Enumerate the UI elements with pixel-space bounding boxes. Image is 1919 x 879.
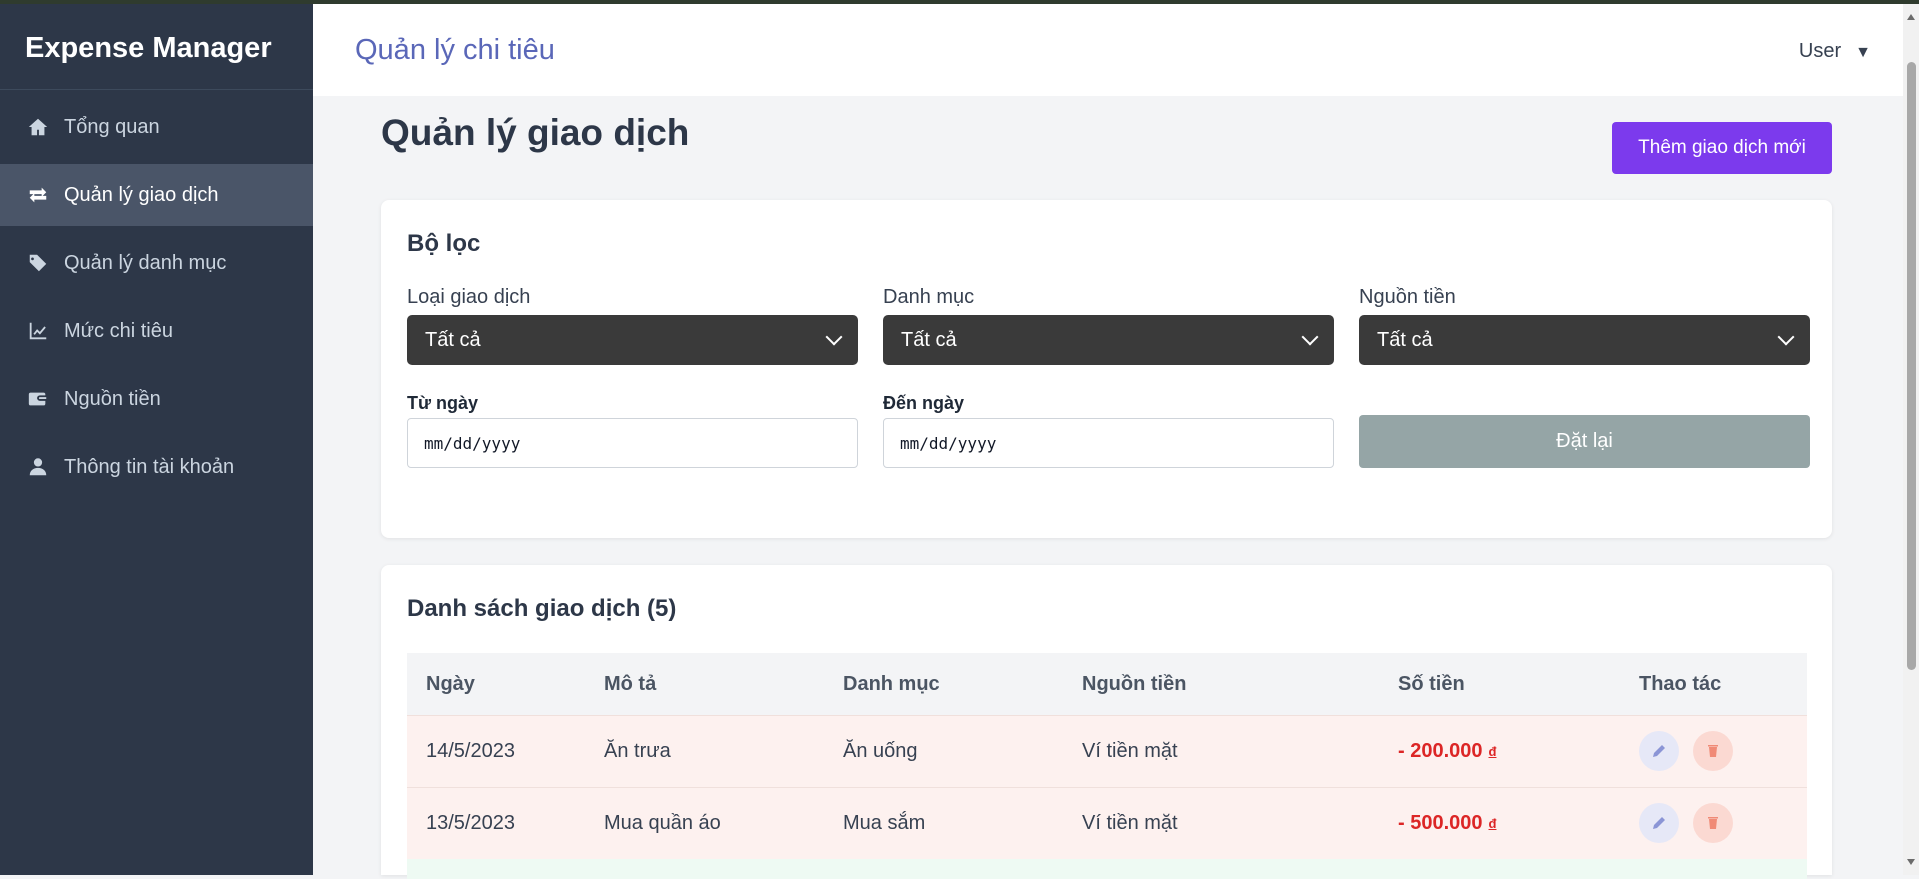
trash-icon [1708, 817, 1718, 829]
reset-filter-button[interactable]: Đặt lại [1359, 415, 1810, 468]
sidebar-item-label: Thông tin tài khoản [64, 455, 235, 478]
sidebar-item-overview[interactable]: Tổng quan [0, 96, 313, 158]
category-filter-label: Danh mục [883, 286, 975, 308]
sidebar-item-label: Nguồn tiền [64, 387, 161, 410]
trash-icon [1708, 745, 1718, 757]
filter-heading: Bộ lọc [407, 230, 481, 257]
row-date: 13/5/2023 [426, 812, 515, 834]
row-description: Ăn trưa [604, 740, 671, 762]
row-amount-value: - 500.000 [1398, 812, 1483, 834]
add-transaction-button[interactable]: Thêm giao dịch mới [1612, 122, 1832, 174]
transaction-table: Ngày Mô tả Danh mục Nguồn tiền Số tiền T… [407, 653, 1807, 879]
edit-button[interactable] [1639, 731, 1679, 771]
pencil-icon [1653, 745, 1665, 757]
source-filter-select[interactable]: Tất cả [1359, 315, 1810, 365]
chevron-down-icon [825, 328, 843, 346]
to-date-label: Đến ngày [883, 393, 965, 413]
row-category: Ăn uống [843, 740, 918, 762]
row-category: Mua sắm [843, 812, 926, 834]
column-header-actions: Thao tác [1639, 672, 1722, 695]
row-amount: - 200.000 đ [1398, 716, 1496, 787]
sidebar-item-account-info[interactable]: Thông tin tài khoản [0, 436, 313, 498]
user-menu-label: User [1798, 40, 1842, 62]
row-source: Ví tiền mặt [1082, 740, 1178, 762]
sidebar-item-label: Quản lý danh mục [64, 251, 227, 274]
row-source: Ví tiền mặt [1082, 812, 1178, 834]
column-header-source: Nguồn tiền [1082, 672, 1187, 695]
currency-symbol: đ [1488, 744, 1497, 759]
top-header: Quản lý chi tiêu User ▼ [313, 4, 1903, 96]
row-amount-value: - 200.000 [1398, 740, 1483, 762]
to-date-input[interactable]: mm/dd/yyyy [883, 418, 1334, 468]
transaction-list-heading: Danh sách giao dịch (5) [407, 595, 677, 622]
transaction-list-card: Danh sách giao dịch (5) Ngày Mô tả Danh … [381, 565, 1832, 879]
category-filter-select[interactable]: Tất cả [883, 315, 1334, 365]
column-header-date: Ngày [426, 672, 475, 695]
page-title: Quản lý giao dịch [381, 112, 690, 153]
edit-button[interactable] [1639, 803, 1679, 843]
user-menu[interactable]: User ▼ [1799, 40, 1871, 63]
source-filter-value: Tất cả [1377, 328, 1433, 351]
type-filter-select[interactable]: Tất cả [407, 315, 858, 365]
row-amount: - 500.000 đ [1398, 788, 1496, 859]
line-chart-icon [26, 319, 50, 343]
table-header-row: Ngày Mô tả Danh mục Nguồn tiền Số tiền T… [407, 653, 1807, 715]
page-scrollbar[interactable] [1903, 4, 1919, 875]
sidebar-item-transactions[interactable]: Quản lý giao dịch [0, 164, 313, 226]
column-header-description: Mô tả [604, 672, 657, 695]
table-row: 14/5/2023 Ăn trưa Ăn uống Ví tiền mặt - … [407, 715, 1807, 787]
type-filter-label: Loại giao dịch [407, 286, 531, 308]
chevron-down-icon [1301, 328, 1319, 346]
sidebar-item-label: Tổng quan [64, 115, 160, 138]
table-row: 13/5/2023 Mua quần áo Mua sắm Ví tiền mặ… [407, 787, 1807, 859]
sidebar-item-label: Mức chi tiêu [64, 319, 173, 342]
home-icon [26, 115, 50, 139]
from-date-input[interactable]: mm/dd/yyyy [407, 418, 858, 468]
column-header-category: Danh mục [843, 672, 940, 695]
sidebar-item-money-sources[interactable]: Nguồn tiền [0, 368, 313, 430]
table-row [407, 859, 1807, 879]
sidebar-item-label: Quản lý giao dịch [64, 183, 219, 206]
delete-button[interactable] [1693, 803, 1733, 843]
app-brand: Expense Manager [0, 4, 313, 90]
row-date: 14/5/2023 [426, 740, 515, 762]
chevron-down-icon [1777, 328, 1795, 346]
from-date-label: Từ ngày [407, 393, 479, 413]
exchange-arrows-icon [26, 183, 50, 207]
wallet-icon [26, 387, 50, 411]
sidebar-nav: Tổng quan Quản lý giao dịch Quản lý danh… [0, 90, 313, 498]
type-filter-value: Tất cả [425, 328, 481, 351]
category-filter-value: Tất cả [901, 328, 957, 351]
pencil-icon [1653, 817, 1665, 829]
tags-icon [26, 251, 50, 275]
delete-button[interactable] [1693, 731, 1733, 771]
sidebar-item-spending-limit[interactable]: Mức chi tiêu [0, 300, 313, 362]
column-header-amount: Số tiền [1398, 672, 1465, 695]
sidebar: Expense Manager Tổng quan Quản lý giao d… [0, 4, 313, 875]
sidebar-item-categories[interactable]: Quản lý danh mục [0, 232, 313, 294]
source-filter-label: Nguồn tiền [1359, 286, 1456, 308]
header-title: Quản lý chi tiêu [355, 34, 555, 66]
currency-symbol: đ [1488, 816, 1497, 831]
scroll-up-icon[interactable] [1907, 14, 1915, 20]
row-description: Mua quần áo [604, 812, 721, 834]
user-icon [26, 455, 50, 479]
filter-card: Bộ lọc Loại giao dịch Tất cả Danh mục Tấ… [381, 200, 1832, 538]
scroll-down-icon[interactable] [1907, 859, 1915, 865]
scrollbar-thumb[interactable] [1907, 62, 1916, 670]
chevron-down-icon: ▼ [1855, 44, 1871, 61]
